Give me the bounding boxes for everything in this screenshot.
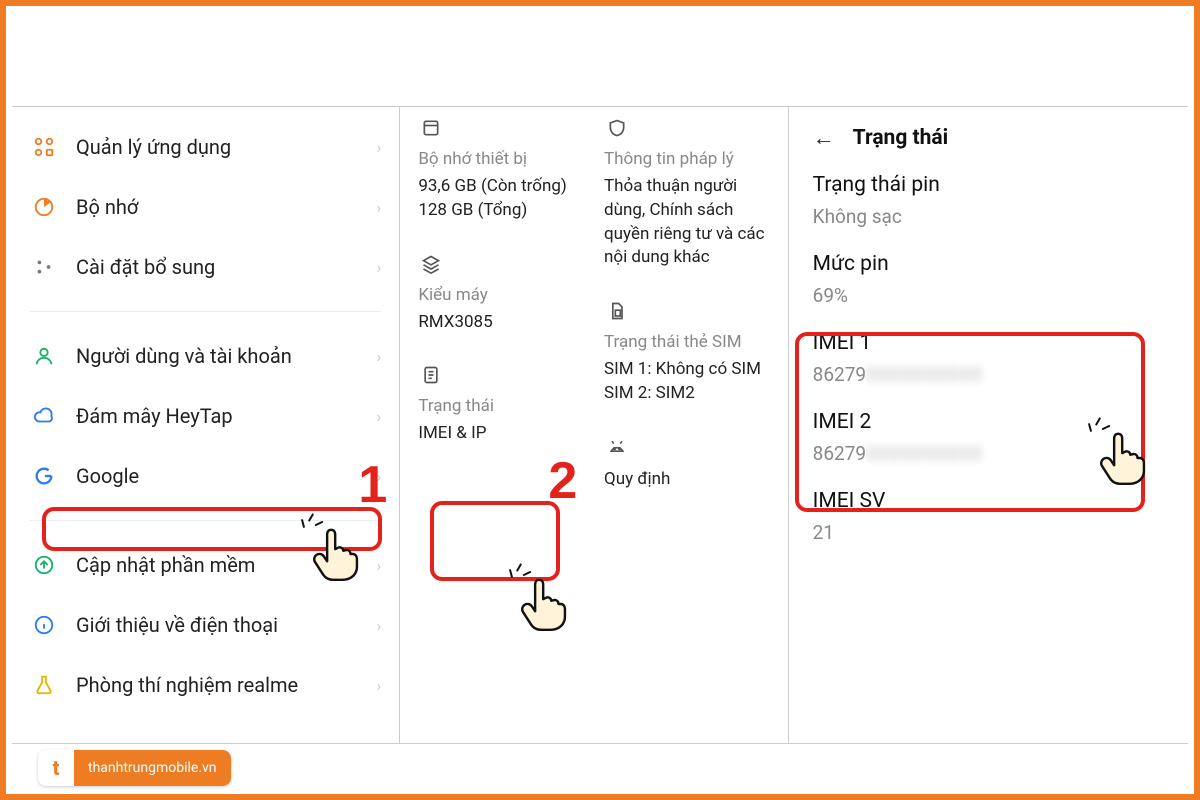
battery-status-value: Không sạc [813, 205, 1164, 228]
apps-icon [30, 133, 58, 161]
watermark-logo-icon: t [38, 750, 74, 786]
settings-item-label: Quản lý ứng dụng [58, 135, 377, 159]
chevron-right-icon: › [377, 676, 382, 695]
settings-item-label: Bộ nhớ [58, 195, 377, 219]
settings-item-label: Người dùng và tài khoản [58, 344, 377, 368]
step-number-2: 2 [548, 451, 577, 511]
about-card-title: Thông tin pháp lý [604, 149, 770, 169]
divider [30, 520, 381, 521]
legal-icon [604, 115, 630, 141]
settings-item-apps[interactable]: Quản lý ứng dụng› [30, 117, 381, 177]
heytap-icon [30, 402, 58, 430]
chevron-right-icon: › [377, 407, 382, 426]
imei2-row[interactable]: IMEI 2 862790000000000 [813, 410, 1164, 465]
settings-item-users[interactable]: Người dùng và tài khoản› [30, 326, 381, 386]
about-card-title: Trạng thái [418, 396, 584, 416]
model-icon [418, 251, 444, 277]
tutorial-frame: Quản lý ứng dụng›Bộ nhớ›Cài đặt bổ sung›… [0, 0, 1200, 800]
settings-item-label: Đám mây HeyTap [58, 404, 377, 428]
chevron-right-icon: › [377, 138, 382, 157]
imei2-label: IMEI 2 [813, 410, 1164, 434]
settings-item-lab[interactable]: Phòng thí nghiệm realme› [30, 655, 381, 715]
about-panel: Bộ nhớ thiết bị 93,6 GB (Còn trống) 128 G… [399, 107, 787, 743]
settings-item-google[interactable]: Google› [30, 446, 381, 506]
battery-level-label: Mức pin [813, 252, 1164, 276]
divider [30, 311, 381, 312]
imeisv-label: IMEI SV [813, 489, 1164, 513]
status-icon [418, 362, 444, 388]
settings-item-extra[interactable]: Cài đặt bổ sung› [30, 237, 381, 297]
settings-item-memory[interactable]: Bộ nhớ› [30, 177, 381, 237]
chevron-right-icon: › [377, 556, 382, 575]
users-icon [30, 342, 58, 370]
about-card-value: RMX3085 [418, 311, 584, 335]
imei1-row[interactable]: IMEI 1 862790000000000 [813, 331, 1164, 386]
settings-item-about[interactable]: Giới thiệu về điện thoại› [30, 595, 381, 655]
reg-icon [604, 434, 630, 460]
storage-icon [418, 115, 444, 141]
status-header: ← Trạng thái [813, 117, 1164, 173]
about-card-legal[interactable]: Thông tin pháp lý Thỏa thuận người dùng, … [604, 107, 770, 270]
about-card-title: Kiểu máy [418, 285, 584, 305]
imei1-value: 862790000000000 [813, 363, 1164, 386]
about-icon [30, 611, 58, 639]
settings-item-label: Cập nhật phần mềm [58, 553, 377, 577]
settings-item-update[interactable]: Cập nhật phần mềm› [30, 535, 381, 595]
highlight-box-2 [430, 501, 560, 581]
about-card-value: IMEI & IP [418, 422, 584, 446]
about-card-title: Trạng thái thẻ SIM [604, 332, 770, 352]
battery-status-label: Trạng thái pin [813, 173, 1164, 197]
status-panel: ← Trạng thái Trạng thái pin Không sạc Mứ… [788, 107, 1188, 743]
watermark-badge: t thanhtrungmobile.vn [38, 750, 231, 786]
battery-status-row[interactable]: Trạng thái pin Không sạc [813, 173, 1164, 228]
settings-item-label: Phòng thí nghiệm realme [58, 673, 377, 697]
chevron-right-icon: › [377, 616, 382, 635]
google-icon [30, 462, 58, 490]
about-card-value: 93,6 GB (Còn trống) 128 GB (Tổng) [418, 175, 584, 223]
about-card-model[interactable]: Kiểu máy RMX3085 [418, 243, 584, 335]
settings-panel: Quản lý ứng dụng›Bộ nhớ›Cài đặt bổ sung›… [12, 107, 399, 743]
settings-item-label: Cài đặt bổ sung [58, 255, 377, 279]
step-number-1: 1 [358, 455, 387, 515]
settings-item-label: Giới thiệu về điện thoại [58, 613, 377, 637]
chevron-right-icon: › [377, 347, 382, 366]
about-card-status[interactable]: Trạng thái IMEI & IP [418, 354, 584, 446]
extra-icon [30, 253, 58, 281]
about-card-storage[interactable]: Bộ nhớ thiết bị 93,6 GB (Còn trống) 128 G… [418, 107, 584, 223]
chevron-right-icon: › [377, 258, 382, 277]
back-arrow-icon[interactable]: ← [813, 125, 835, 151]
imeisv-row[interactable]: IMEI SV 21 [813, 489, 1164, 544]
settings-item-label: Google [58, 464, 377, 488]
sim-icon [604, 298, 630, 324]
tap-sparkle-icon [504, 563, 530, 589]
watermark-text: thanhtrungmobile.vn [74, 750, 231, 786]
about-card-value: SIM 1: Không có SIM SIM 2: SIM2 [604, 358, 770, 406]
memory-icon [30, 193, 58, 221]
status-title: Trạng thái [853, 126, 949, 150]
chevron-right-icon: › [377, 198, 382, 217]
lab-icon [30, 671, 58, 699]
imei1-label: IMEI 1 [813, 331, 1164, 355]
imeisv-value: 21 [813, 521, 1164, 544]
battery-level-value: 69% [813, 284, 1164, 307]
update-icon [30, 551, 58, 579]
about-card-value: Thỏa thuận người dùng, Chính sách quyền … [604, 175, 770, 270]
about-card-sim[interactable]: Trạng thái thẻ SIM SIM 1: Không có SIM SI… [604, 290, 770, 406]
about-card-reg[interactable]: Quy định [604, 426, 770, 492]
settings-item-heytap[interactable]: Đám mây HeyTap› [30, 386, 381, 446]
about-card-value: Quy định [604, 468, 770, 492]
pointer-hand-icon [518, 575, 570, 633]
panels-row: Quản lý ứng dụng›Bộ nhớ›Cài đặt bổ sung›… [12, 106, 1188, 744]
imei2-value: 862790000000000 [813, 442, 1164, 465]
about-card-title: Bộ nhớ thiết bị [418, 149, 584, 169]
battery-level-row[interactable]: Mức pin 69% [813, 252, 1164, 307]
